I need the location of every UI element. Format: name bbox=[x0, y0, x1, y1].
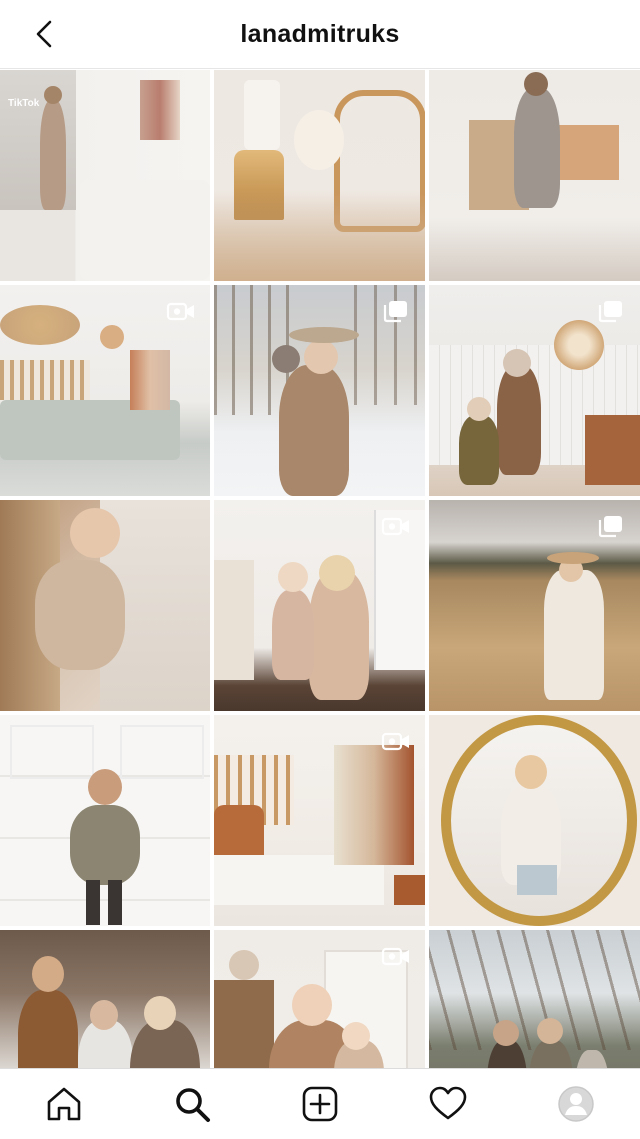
video-badge-icon bbox=[381, 944, 411, 968]
post-thumbnail-2[interactable] bbox=[214, 70, 425, 281]
home-icon bbox=[47, 1087, 81, 1121]
tiktok-watermark: TikTok bbox=[8, 98, 40, 109]
new-post-icon bbox=[302, 1086, 338, 1122]
video-badge-icon bbox=[381, 514, 411, 538]
profile-username-title: lanadmitruks bbox=[240, 19, 400, 48]
search-icon bbox=[176, 1088, 210, 1122]
post-thumbnail-5[interactable] bbox=[214, 285, 425, 496]
video-badge-icon bbox=[166, 299, 196, 323]
post-thumbnail-12[interactable] bbox=[429, 715, 640, 926]
nav-profile-button[interactable] bbox=[552, 1080, 600, 1128]
activity-heart-icon bbox=[429, 1086, 467, 1120]
profile-avatar-icon bbox=[558, 1086, 594, 1122]
post-thumbnail-13[interactable] bbox=[0, 930, 210, 1068]
post-thumbnail-7[interactable] bbox=[0, 500, 210, 711]
post-thumbnail-4[interactable] bbox=[0, 285, 210, 496]
back-button[interactable] bbox=[30, 16, 60, 52]
post-thumbnail-10[interactable] bbox=[0, 715, 210, 926]
nav-search-button[interactable] bbox=[168, 1080, 216, 1128]
nav-home-button[interactable] bbox=[40, 1080, 88, 1128]
carousel-badge-icon bbox=[596, 299, 626, 323]
post-thumbnail-1[interactable]: TikTok bbox=[0, 70, 210, 281]
post-grid: TikTok bbox=[0, 70, 640, 1068]
post-thumbnail-6[interactable] bbox=[429, 285, 640, 496]
nav-new-post-button[interactable] bbox=[296, 1080, 344, 1128]
post-thumbnail-9[interactable] bbox=[429, 500, 640, 711]
post-thumbnail-3[interactable] bbox=[429, 70, 640, 281]
video-badge-icon bbox=[381, 729, 411, 753]
top-bar: lanadmitruks bbox=[0, 0, 640, 69]
carousel-badge-icon bbox=[381, 299, 411, 323]
post-thumbnail-15[interactable] bbox=[429, 930, 640, 1068]
post-thumbnail-11[interactable] bbox=[214, 715, 425, 926]
carousel-badge-icon bbox=[596, 514, 626, 538]
nav-activity-button[interactable] bbox=[424, 1080, 472, 1128]
chevron-left-icon bbox=[36, 20, 52, 48]
bottom-navigation bbox=[0, 1068, 640, 1139]
post-thumbnail-8[interactable] bbox=[214, 500, 425, 711]
post-thumbnail-14[interactable] bbox=[214, 930, 425, 1068]
